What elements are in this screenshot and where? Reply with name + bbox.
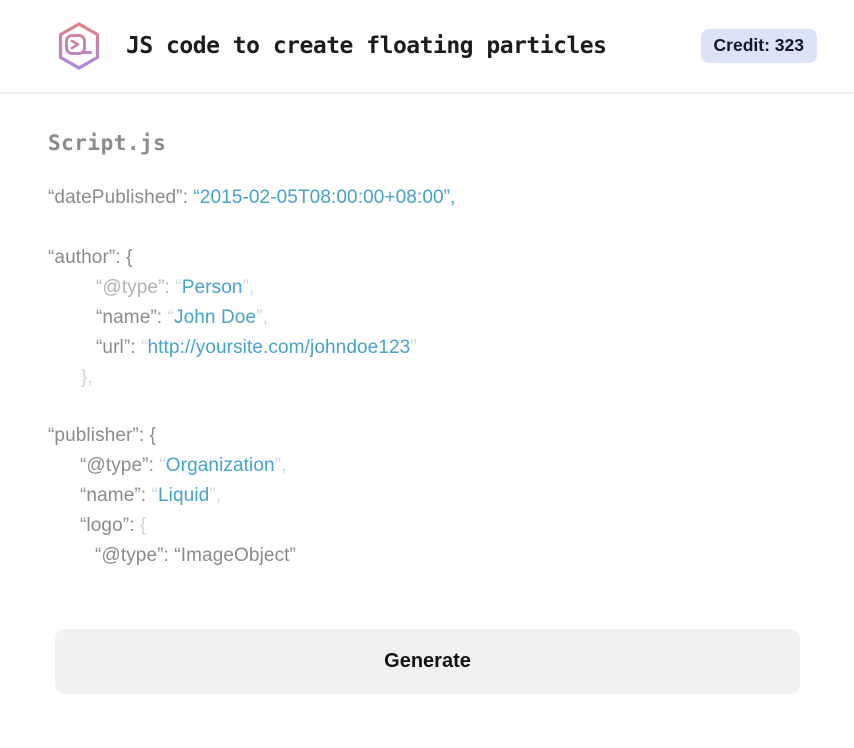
code-segment-value: Liquid <box>158 485 210 506</box>
code-block: “datePublished”: “2015-02-05T08:00:00+08… <box>48 183 814 571</box>
code-segment-faded: }, <box>81 367 93 388</box>
code-segment-lightkey: “@type” <box>96 277 165 298</box>
code-segment-faded: { <box>139 515 147 536</box>
code-segment-faded: ” <box>410 337 417 358</box>
code-segment-lightkey: : <box>164 277 176 298</box>
code-segment-punct: : <box>140 485 152 506</box>
code-line: “name”: “John Doe”, <box>48 303 814 333</box>
code-segment-key: “logo” <box>80 515 130 536</box>
code-segment-value: http://yoursite.com/johndoe123 <box>147 337 411 358</box>
main-content: Script.js “datePublished”: “2015-02-05T0… <box>0 131 854 694</box>
file-name-heading: Script.js <box>48 131 167 155</box>
code-segment-key: “datePublished” <box>48 187 183 208</box>
page-title: JS code to create floating particles <box>126 33 607 59</box>
code-segment-faded: ”, <box>274 455 287 476</box>
code-segment-value: Person <box>181 277 243 298</box>
code-segment-punct: : <box>129 515 140 536</box>
code-line: “url”: “http://yoursite.com/johndoe123” <box>48 333 814 363</box>
code-segment-punct: : <box>156 307 168 328</box>
credit-badge: Credit: 323 <box>700 29 817 63</box>
code-segment-faded: ”, <box>242 277 255 298</box>
code-segment-punct: : <box>148 455 160 476</box>
code-line: “datePublished”: “2015-02-05T08:00:00+08… <box>48 183 814 213</box>
code-segment-key: “@type”: “ImageObject” <box>95 545 296 566</box>
code-line: “publisher”: { <box>48 421 814 451</box>
code-segment-faded: ”, <box>209 485 222 506</box>
code-segment-key: “name” <box>96 307 157 328</box>
code-segment-key: “url” <box>96 337 131 358</box>
code-line: }, <box>48 363 814 393</box>
code-line: “logo”: { <box>48 511 814 541</box>
code-segment-key: “author” <box>48 247 116 268</box>
terminal-prompt-hexagon-icon <box>58 22 100 70</box>
code-line: “@type”: “ImageObject” <box>48 541 814 571</box>
code-segment-value: Organization <box>165 455 275 476</box>
code-segment-key: “name” <box>80 485 141 506</box>
code-line: “@type”: “Person”, <box>48 273 814 303</box>
code-segment-punct: : { <box>138 425 157 446</box>
code-line: “name”: “Liquid”, <box>48 481 814 511</box>
code-segment-value: “2015-02-05T08:00:00+08:00”, <box>193 187 456 208</box>
code-line: “@type”: “Organization”, <box>48 451 814 481</box>
code-segment-punct: : { <box>115 247 133 268</box>
app-header: JS code to create floating particles Cre… <box>0 0 854 94</box>
code-segment-key: “@type” <box>80 455 149 476</box>
code-segment-punct: : <box>130 337 142 358</box>
generate-button[interactable]: Generate <box>55 629 800 694</box>
code-segment-faded: ”, <box>256 307 268 328</box>
code-segment-key: “publisher” <box>48 425 139 446</box>
code-line: “author”: { <box>48 243 814 273</box>
code-segment-punct: : <box>182 187 194 208</box>
code-segment-value: John Doe <box>174 307 257 328</box>
